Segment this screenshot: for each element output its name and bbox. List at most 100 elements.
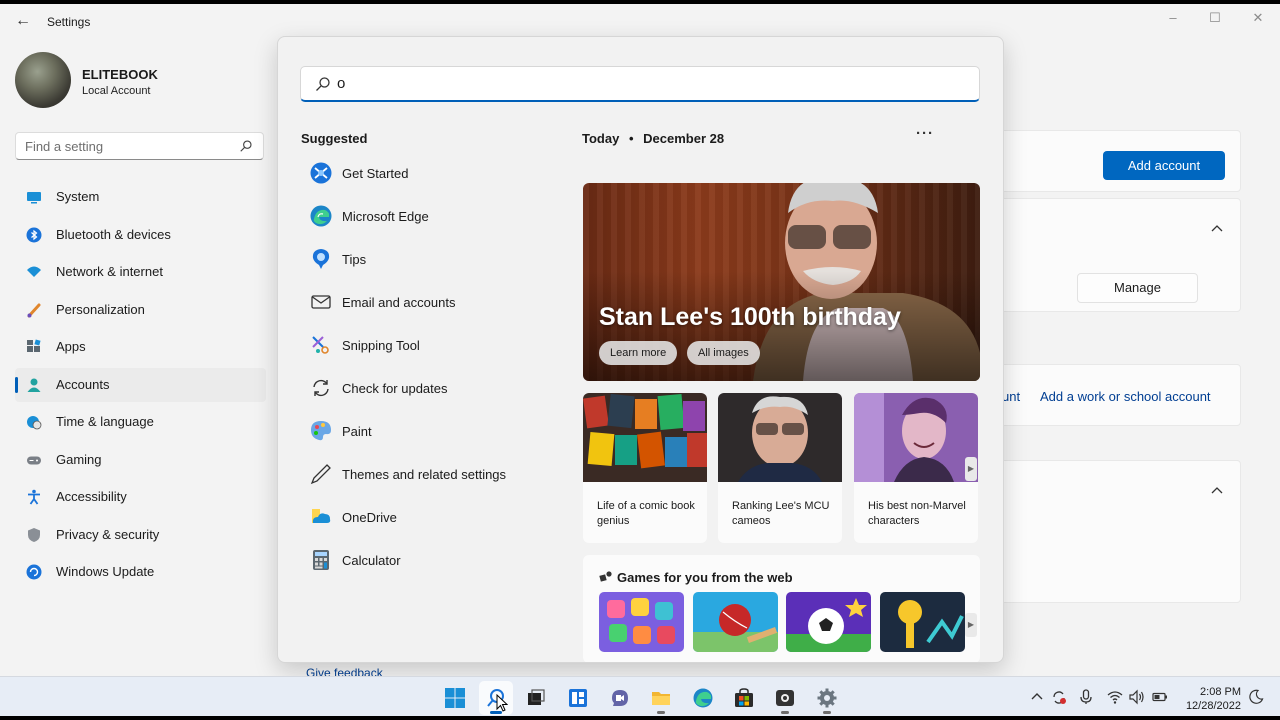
game-tile-arcade[interactable] (880, 592, 965, 652)
sidebar-item-label: Apps (56, 339, 86, 354)
chevron-up-icon[interactable] (1029, 689, 1045, 705)
clock[interactable]: 2:08 PM 12/28/2022 (1183, 685, 1241, 713)
widgets-icon (569, 689, 587, 707)
suggested-item-tips[interactable]: Tips (300, 240, 560, 283)
running-indicator (657, 711, 665, 714)
chevron-up-icon[interactable] (1210, 222, 1224, 236)
apps-icon (27, 339, 41, 352)
today-date-label: December 28 (643, 131, 725, 146)
portrait-image (718, 393, 842, 482)
widgets-button[interactable] (561, 681, 595, 715)
battery-icon[interactable] (1152, 689, 1168, 705)
learn-more-button[interactable]: Learn more (599, 341, 678, 365)
story-text: His best non-Marvel characters (868, 500, 966, 527)
sidebar-item-system[interactable]: System (15, 180, 266, 214)
story-card[interactable]: Ranking Lee's MCU cameos (718, 393, 842, 543)
running-indicator (823, 711, 831, 714)
volume-icon[interactable] (1129, 689, 1145, 705)
suggested-item-label: Microsoft Edge (342, 209, 429, 224)
partial-link[interactable]: unt (1002, 389, 1020, 404)
sidebar-item-apps[interactable]: Apps (15, 330, 266, 364)
sidebar-item-label: Network & internet (56, 264, 163, 279)
suggested-item-label: Snipping Tool (342, 338, 420, 353)
task-view-button[interactable] (519, 681, 553, 715)
search-panel: Suggested Get Started Microsoft Edge Tip… (277, 36, 1004, 663)
suggested-item-onedrive[interactable]: OneDrive (300, 498, 560, 541)
sync-alert-icon[interactable] (1051, 689, 1067, 705)
sidebar-item-accessibility[interactable]: Accessibility (15, 480, 266, 514)
start-icon (445, 688, 465, 708)
suggested-item-get-started[interactable]: Get Started (300, 154, 560, 197)
suggested-list: Get Started Microsoft Edge Tips Email an… (300, 154, 560, 584)
manage-button[interactable]: Manage (1077, 273, 1198, 303)
suggested-item-email[interactable]: Email and accounts (300, 283, 560, 326)
focus-moon-icon[interactable] (1248, 689, 1264, 705)
search-icon (316, 77, 330, 91)
sidebar-item-label: Bluetooth & devices (56, 226, 171, 242)
chevron-up-icon[interactable] (1210, 484, 1224, 498)
more-options-icon[interactable]: ··· (916, 125, 934, 142)
close-button[interactable]: ✕ (1245, 8, 1271, 28)
microphone-icon[interactable] (1078, 689, 1094, 705)
scroll-right-icon[interactable]: ▶ (965, 457, 977, 481)
start-button[interactable] (438, 681, 472, 715)
sidebar-item-time-language[interactable]: Time & language (15, 405, 266, 439)
separator: • (628, 131, 634, 146)
sidebar-nav: System Bluetooth & devices Network & int… (15, 180, 266, 593)
sidebar-item-bluetooth[interactable]: Bluetooth & devices (15, 218, 266, 252)
game-tile-puzzle[interactable] (599, 592, 684, 652)
clock-time: 2:08 PM (1200, 686, 1241, 698)
sidebar-item-personalization[interactable]: Personalization (15, 293, 266, 327)
story-card[interactable]: His best non-Marvel characters (854, 393, 978, 543)
sidebar-item-windows-update[interactable]: Windows Update (15, 555, 266, 589)
suggested-heading: Suggested (301, 131, 368, 146)
wifi-icon[interactable] (1107, 689, 1123, 705)
file-explorer-button[interactable] (644, 681, 678, 715)
sidebar-item-network[interactable]: Network & internet (15, 255, 266, 289)
tips-icon (312, 249, 330, 269)
edge-icon (310, 205, 332, 227)
game-tile-soccer[interactable] (786, 592, 871, 652)
camera-app-button[interactable] (768, 681, 802, 715)
settings-button[interactable] (810, 681, 844, 715)
teams-chat-icon (612, 690, 628, 706)
suggested-item-label: Calculator (342, 553, 401, 568)
suggested-item-themes[interactable]: Themes and related settings (300, 455, 560, 498)
minimize-button[interactable]: – (1160, 8, 1186, 28)
sidebar-item-label: Privacy & security (56, 526, 160, 542)
edge-button[interactable] (686, 681, 720, 715)
maximize-button[interactable]: ☐ (1202, 8, 1228, 28)
suggested-item-check-updates[interactable]: Check for updates (300, 369, 560, 412)
back-arrow-icon[interactable]: ← (12, 10, 34, 32)
game-tile-cricket[interactable] (693, 592, 778, 652)
sidebar-item-accounts[interactable]: Accounts (15, 367, 266, 402)
all-images-button[interactable]: All images (687, 341, 760, 365)
suggested-item-paint[interactable]: Paint (300, 412, 560, 455)
add-account-button[interactable]: Add account (1103, 151, 1225, 180)
globe-clock-icon (27, 416, 42, 430)
hero-title: Stan Lee's 100th birthday (599, 303, 901, 331)
avatar[interactable] (15, 52, 71, 108)
scroll-right-icon[interactable]: ▶ (965, 613, 977, 637)
suggested-item-snipping-tool[interactable]: Snipping Tool (300, 326, 560, 369)
sidebar-item-label: Accessibility (56, 489, 127, 504)
onedrive-icon (312, 509, 331, 523)
find-setting-input[interactable] (16, 133, 244, 159)
add-work-school-link[interactable]: Add a work or school account (1040, 389, 1211, 404)
hero-card[interactable]: Stan Lee's 100th birthday Learn more All… (583, 183, 980, 381)
today-label: Today (582, 131, 620, 146)
search-icon[interactable] (239, 139, 253, 153)
story-card[interactable]: Life of a comic book genius (583, 393, 707, 543)
suggested-item-calculator[interactable]: Calculator (300, 541, 560, 584)
chat-button[interactable] (603, 681, 637, 715)
store-button[interactable] (727, 681, 761, 715)
accounts-icon (27, 378, 41, 392)
suggested-item-edge[interactable]: Microsoft Edge (300, 197, 560, 240)
suggested-item-label: Check for updates (342, 381, 448, 396)
sidebar-item-privacy[interactable]: Privacy & security (15, 518, 266, 552)
comic-character-image (854, 393, 978, 482)
sidebar-item-gaming[interactable]: Gaming (15, 443, 266, 477)
search-input[interactable] (337, 67, 957, 99)
today-heading: Today • December 28 (582, 131, 724, 146)
refresh-icon (313, 379, 329, 397)
